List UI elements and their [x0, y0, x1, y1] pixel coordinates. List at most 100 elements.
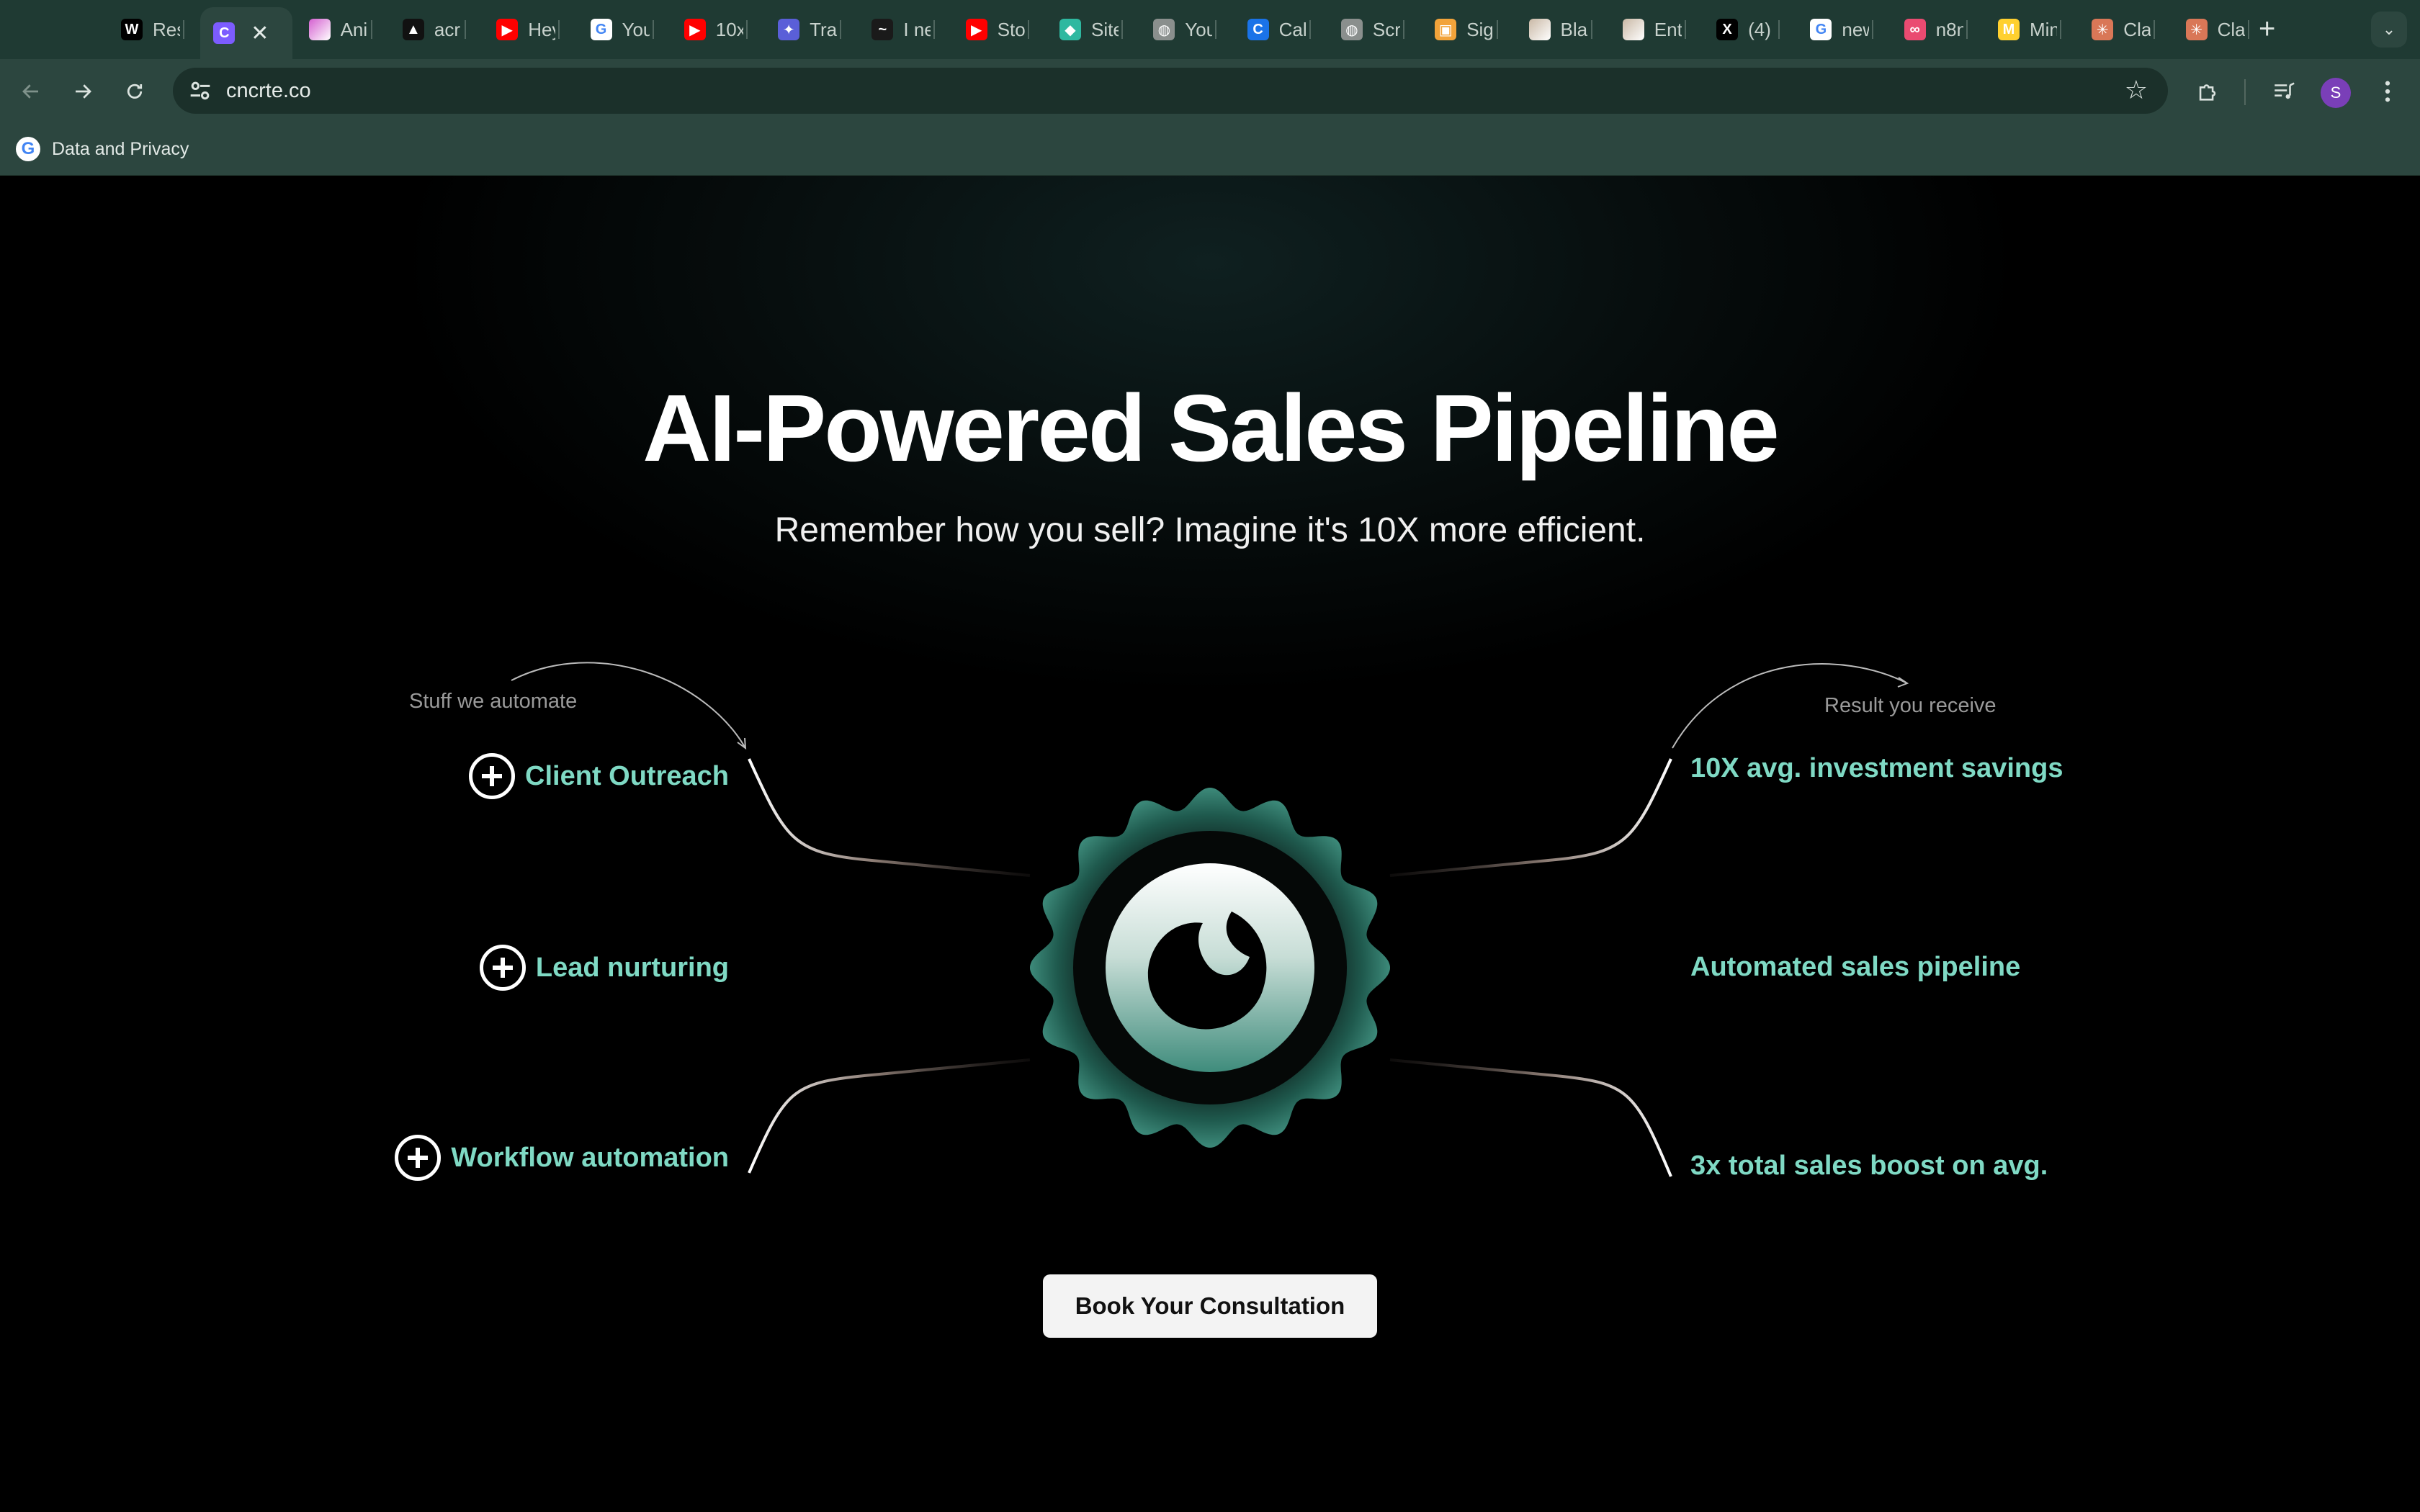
tab-title: Min [2030, 18, 2057, 40]
browser-tab[interactable]: ▶ 10x [684, 10, 748, 49]
tab-separator [370, 20, 372, 39]
image-icon [1622, 19, 1644, 40]
miro-icon: M [1998, 19, 2020, 40]
tab-separator [1402, 20, 1404, 39]
claude-icon: ✳ [2185, 19, 2208, 40]
tab-separator [2247, 20, 2249, 39]
tab-title: Sto [997, 18, 1025, 40]
browser-tab[interactable]: G You [590, 10, 654, 49]
browser-tab[interactable]: ▶ Sto [965, 10, 1029, 49]
browser-tab[interactable]: Ani [308, 10, 372, 49]
browser-tab[interactable]: ◍ You [1153, 10, 1217, 49]
plus-circle-icon[interactable] [469, 753, 516, 799]
browser-tab[interactable]: Ent [1622, 10, 1686, 49]
close-tab-icon[interactable]: ✕ [251, 21, 269, 46]
browser-tab[interactable]: C ✕ [200, 7, 293, 59]
output-sales-pipeline: Automated sales pipeline [1690, 952, 2021, 982]
right-caption: Result you receive [1824, 694, 1996, 717]
globe-icon: ◍ [1340, 19, 1363, 40]
browser-tab[interactable]: M Min [1998, 10, 2061, 49]
tab-title: Hey [528, 18, 555, 40]
site-settings-icon[interactable] [186, 76, 215, 105]
tab-title: Sig [1466, 18, 1494, 40]
back-button[interactable] [12, 72, 50, 111]
plus-circle-icon[interactable] [395, 1135, 442, 1181]
tab-separator [1684, 20, 1686, 39]
browser-tab[interactable]: C Cal [1247, 10, 1311, 49]
browser-tab[interactable]: ▲ acr [402, 10, 466, 49]
page-content: AI-Powered Sales Pipeline Remember how y… [0, 176, 2420, 1512]
bookmark-data-and-privacy[interactable]: G Data and Privacy [16, 137, 189, 161]
browser-tab[interactable]: ✳ Cla [2092, 10, 2156, 49]
grid-icon: ✦ [778, 19, 800, 40]
output-sales-boost: 3x total sales boost on avg. [1690, 1151, 2048, 1181]
reload-button[interactable] [115, 72, 154, 111]
toolbar-divider [2244, 79, 2246, 105]
browser-tab[interactable]: ◆ Site [1059, 10, 1123, 49]
browser-tab[interactable]: W Res [121, 10, 184, 49]
forward-arrow-icon [76, 84, 91, 99]
extensions-icon[interactable] [2190, 73, 2226, 109]
new-tab-button[interactable]: + [2259, 13, 2275, 45]
chevron-down-icon: ⌄ [2382, 20, 2396, 38]
tab-separator [1027, 20, 1029, 39]
tab-separator [1966, 20, 1968, 39]
tab-separator [1309, 20, 1311, 39]
tab-title: Cla [2123, 18, 2151, 40]
wix-icon: W [121, 19, 143, 40]
n8n-icon: ∞ [1904, 19, 1926, 40]
url-text: cncrte.co [226, 79, 311, 102]
connector-investment-savings [1389, 758, 1672, 877]
tab-separator [183, 20, 184, 39]
gradient-icon [308, 19, 331, 40]
tab-title: I ne [903, 18, 931, 40]
tab-separator [2154, 20, 2156, 39]
tab-title: Tra [810, 18, 838, 40]
tab-title: You [622, 18, 650, 40]
tab-search-button[interactable]: ⌄ [2371, 12, 2407, 48]
tab-separator [1778, 20, 1780, 39]
tab-separator [558, 20, 560, 39]
forward-button[interactable] [63, 72, 102, 111]
plus-circle-icon[interactable] [479, 945, 526, 991]
youtube-icon: ▶ [684, 19, 706, 40]
browser-menu-icon[interactable] [2370, 73, 2406, 109]
tab-title: Ani [340, 18, 368, 40]
book-consultation-button[interactable]: Book Your Consultation [1043, 1274, 1377, 1338]
tab-separator [1497, 20, 1499, 39]
claude-icon: ✳ [2092, 19, 2114, 40]
input-item-client-outreach: Client Outreach [469, 753, 729, 799]
google-icon: G [16, 137, 40, 161]
bookmark-star-icon[interactable]: ☆ [2125, 75, 2148, 105]
input-label: Client Outreach [525, 760, 729, 791]
browser-tab[interactable]: Gnew [1810, 10, 1874, 49]
left-arrowhead [737, 737, 747, 750]
input-label: Lead nurturing [535, 952, 729, 983]
browser-tab[interactable]: ✳ Cla [2185, 10, 2249, 49]
profile-avatar[interactable]: S [2321, 78, 2351, 108]
tab-separator [840, 20, 842, 39]
browser-tab[interactable]: ▣ Sig [1435, 10, 1499, 49]
browser-tab[interactable]: ◍ Scr [1340, 10, 1404, 49]
calendar-icon: C [1247, 19, 1269, 40]
connector-client-outreach [748, 758, 1031, 877]
left-caption: Stuff we automate [409, 690, 578, 713]
tab-separator [1590, 20, 1592, 39]
tab-separator [745, 20, 748, 39]
central-badge [1030, 788, 1390, 1148]
connector-workflow-automation [748, 1058, 1031, 1174]
tab-title: (4) [1748, 18, 1771, 40]
bookmark-label: Data and Privacy [52, 138, 189, 159]
tab-title: 10x [715, 18, 743, 40]
browser-tab[interactable]: ∞ n8n [1904, 10, 1968, 49]
browser-tab[interactable]: ~ I ne [871, 10, 936, 49]
browser-tab[interactable]: ✦ Tra [778, 10, 842, 49]
browser-tab[interactable]: ▶ Hey [496, 10, 560, 49]
address-bar[interactable]: cncrte.co ☆ [173, 68, 2168, 114]
reload-icon [127, 84, 143, 99]
browser-tab[interactable]: X (4) [1716, 10, 1780, 49]
triangle-icon: ▲ [402, 19, 424, 40]
media-controls-icon[interactable] [2266, 73, 2302, 109]
bookmarks-bar: G Data and Privacy [0, 124, 2420, 176]
browser-tab[interactable]: Bla [1528, 10, 1592, 49]
